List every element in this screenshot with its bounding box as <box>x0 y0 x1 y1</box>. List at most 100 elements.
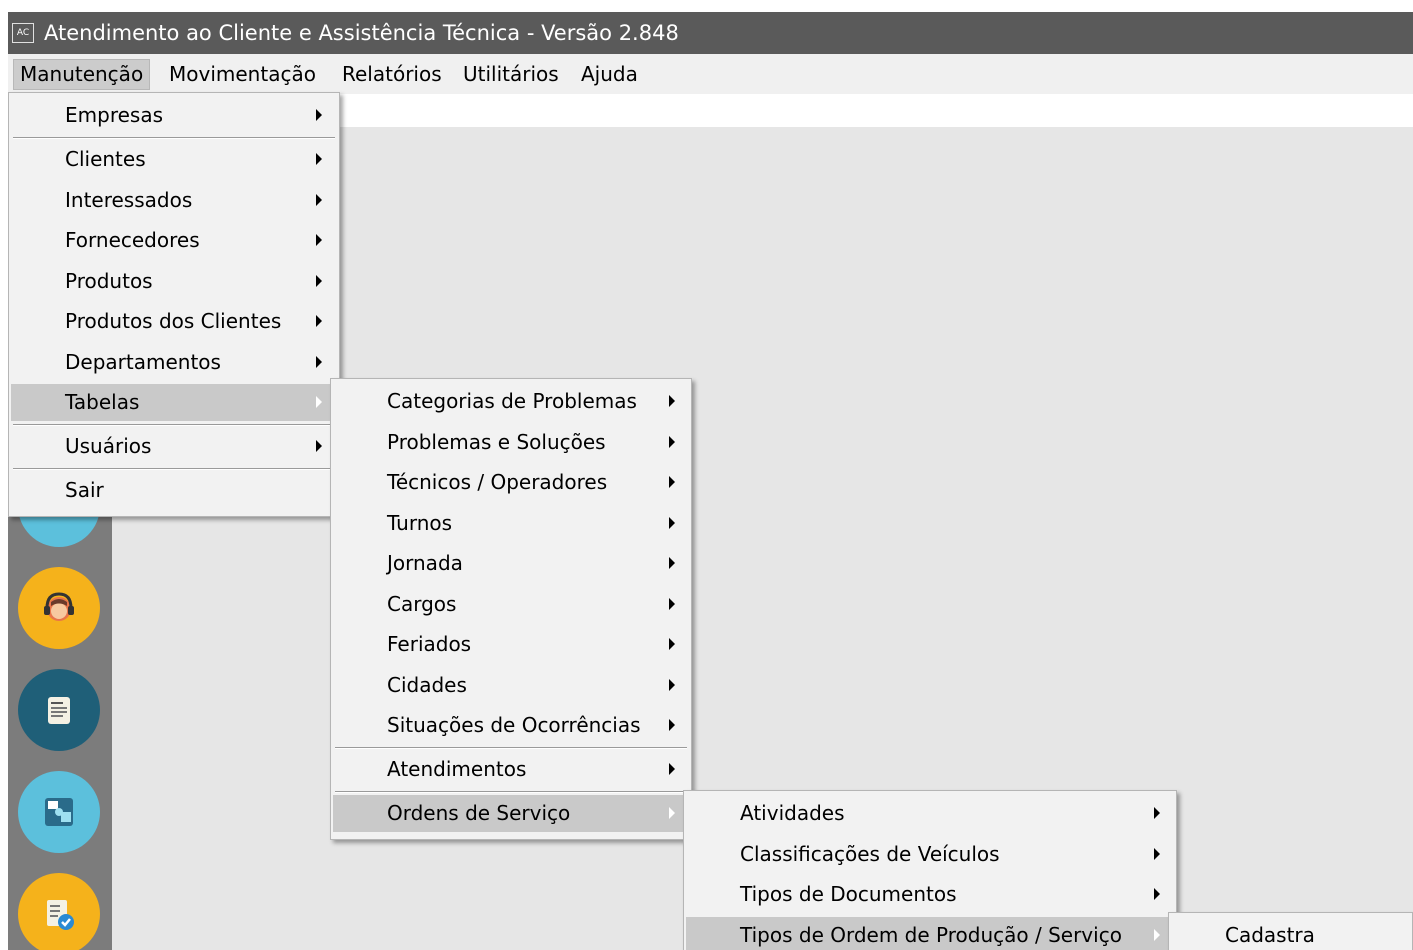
menu-item-sair[interactable]: Sair <box>11 472 337 509</box>
menu-movimentacao[interactable]: Movimentação <box>163 59 322 90</box>
menu-item-feriados[interactable]: Feriados <box>333 626 689 663</box>
menu-item-label: Interessados <box>65 188 193 212</box>
menu-item-label: Cargos <box>387 592 457 616</box>
menu-item-label: Clientes <box>65 147 146 171</box>
menu-item-label: Departamentos <box>65 350 221 374</box>
checklist-approved-icon <box>47 900 74 930</box>
menu-item-label: Tipos de Documentos <box>740 882 957 906</box>
submenu-arrow-icon <box>669 517 675 529</box>
menu-item-atendimentos[interactable]: Atendimentos <box>333 751 689 788</box>
menu-bar: Manutenção Movimentação Relatórios Utili… <box>8 54 1413 94</box>
menu-item-departamentos[interactable]: Departamentos <box>11 344 337 381</box>
submenu-arrow-icon <box>1154 807 1160 819</box>
submenu-arrow-icon <box>669 557 675 569</box>
submenu-arrow-icon <box>1154 929 1160 941</box>
launcher-support[interactable] <box>18 567 100 649</box>
submenu-arrow-icon <box>669 807 675 819</box>
menu-item-label: Categorias de Problemas <box>387 389 637 413</box>
submenu-arrow-icon <box>669 763 675 775</box>
menu-separator <box>335 791 687 793</box>
menu-item-label: Situações de Ocorrências <box>387 713 641 737</box>
submenu-arrow-icon <box>669 436 675 448</box>
menu-item-ordens-servico[interactable]: Ordens de Serviço <box>333 795 689 832</box>
launcher-checklist[interactable] <box>18 873 100 950</box>
menu-item-tecnicos-operadores[interactable]: Técnicos / Operadores <box>333 464 689 501</box>
menu-item-situacoes-ocorrencias[interactable]: Situações de Ocorrências <box>333 707 689 744</box>
submenu-arrow-icon <box>669 598 675 610</box>
menu-item-label: Produtos dos Clientes <box>65 309 282 333</box>
menu-item-label: Feriados <box>387 632 472 656</box>
menu-item-cargos[interactable]: Cargos <box>333 586 689 623</box>
menu-item-problemas-solucoes[interactable]: Problemas e Soluções <box>333 424 689 461</box>
menu-item-tabelas[interactable]: Tabelas <box>11 384 337 421</box>
menu-ajuda[interactable]: Ajuda <box>575 59 644 90</box>
menu-item-label: Classificações de Veículos <box>740 842 1000 866</box>
menu-item-clientes[interactable]: Clientes <box>11 141 337 178</box>
menu-item-fornecedores[interactable]: Fornecedores <box>11 222 337 259</box>
menu-manutencao[interactable]: Manutenção <box>13 59 151 90</box>
menu-separator <box>13 468 335 470</box>
menu-item-label: Cidades <box>387 673 467 697</box>
menu-separator <box>335 747 687 749</box>
submenu-arrow-icon <box>316 356 322 368</box>
submenu-arrow-icon <box>316 234 322 246</box>
menu-relatorios[interactable]: Relatórios <box>336 59 448 90</box>
submenu-arrow-icon <box>316 275 322 287</box>
menu-item-produtos[interactable]: Produtos <box>11 263 337 300</box>
submenu-arrow-icon <box>316 440 322 452</box>
menu-item-produtos-clientes[interactable]: Produtos dos Clientes <box>11 303 337 340</box>
launcher-service-order-puzzle[interactable] <box>18 771 100 853</box>
menu-item-turnos[interactable]: Turnos <box>333 505 689 542</box>
submenu-arrow-icon <box>316 315 322 327</box>
menu-item-label: Tabelas <box>65 390 140 414</box>
menu-item-cadastra[interactable]: Cadastra <box>1171 917 1410 950</box>
menu-item-label: Turnos <box>387 511 453 535</box>
menu-item-label: Atividades <box>740 801 845 825</box>
menu-item-classificacoes-veiculos[interactable]: Classificações de Veículos <box>686 836 1174 873</box>
menu-item-label: Fornecedores <box>65 228 200 252</box>
service-order-puzzle-icon <box>45 798 73 826</box>
support-headset-icon <box>44 592 74 621</box>
submenu-arrow-icon <box>316 153 322 165</box>
window-title: Atendimento ao Cliente e Assistência Téc… <box>44 21 679 45</box>
submenu-arrow-icon <box>669 719 675 731</box>
menu-item-label: Atendimentos <box>387 757 527 781</box>
menu-item-empresas[interactable]: Empresas <box>11 97 337 134</box>
menu-item-label: Sair <box>65 478 104 502</box>
dropdown-manutencao: Empresas Clientes Interessados Fornecedo… <box>8 92 340 517</box>
menu-item-usuarios[interactable]: Usuários <box>11 428 337 465</box>
menu-item-tipos-ordem-producao-servico[interactable]: Tipos de Ordem de Produção / Serviço <box>686 917 1174 950</box>
submenu-arrow-icon <box>316 109 322 121</box>
menu-item-label: Empresas <box>65 103 163 127</box>
submenu-tipos-ordem: Cadastra <box>1168 912 1413 950</box>
menu-item-cidades[interactable]: Cidades <box>333 667 689 704</box>
submenu-arrow-icon <box>669 395 675 407</box>
menu-item-atividades[interactable]: Atividades <box>686 795 1174 832</box>
menu-item-categorias-problemas[interactable]: Categorias de Problemas <box>333 383 689 420</box>
menu-separator <box>13 137 335 139</box>
menu-item-label: Ordens de Serviço <box>387 801 571 825</box>
menu-item-label: Jornada <box>387 551 463 575</box>
title-bar: AC Atendimento ao Cliente e Assistência … <box>8 12 1413 54</box>
submenu-ordens-servico: Atividades Classificações de Veículos Ti… <box>683 790 1177 950</box>
menu-item-interessados[interactable]: Interessados <box>11 182 337 219</box>
menu-item-label: Cadastra <box>1225 923 1315 947</box>
menu-item-jornada[interactable]: Jornada <box>333 545 689 582</box>
app-logo-icon: AC <box>12 23 34 43</box>
submenu-tabelas: Categorias de Problemas Problemas e Solu… <box>330 378 692 840</box>
menu-item-label: Usuários <box>65 434 152 458</box>
submenu-arrow-icon <box>316 396 322 408</box>
menu-item-label: Produtos <box>65 269 153 293</box>
launcher-service-order[interactable] <box>18 669 100 751</box>
menu-item-label: Tipos de Ordem de Produção / Serviço <box>740 923 1122 947</box>
menu-separator <box>13 424 335 426</box>
menu-item-label: Técnicos / Operadores <box>387 470 608 494</box>
submenu-arrow-icon <box>316 194 322 206</box>
menu-item-label: Problemas e Soluções <box>387 430 606 454</box>
menu-item-tipos-documentos[interactable]: Tipos de Documentos <box>686 876 1174 913</box>
submenu-arrow-icon <box>669 679 675 691</box>
application-window: AC Atendimento ao Cliente e Assistência … <box>8 12 1413 950</box>
submenu-arrow-icon <box>1154 888 1160 900</box>
menu-utilitarios[interactable]: Utilitários <box>457 59 565 90</box>
submenu-arrow-icon <box>1154 848 1160 860</box>
